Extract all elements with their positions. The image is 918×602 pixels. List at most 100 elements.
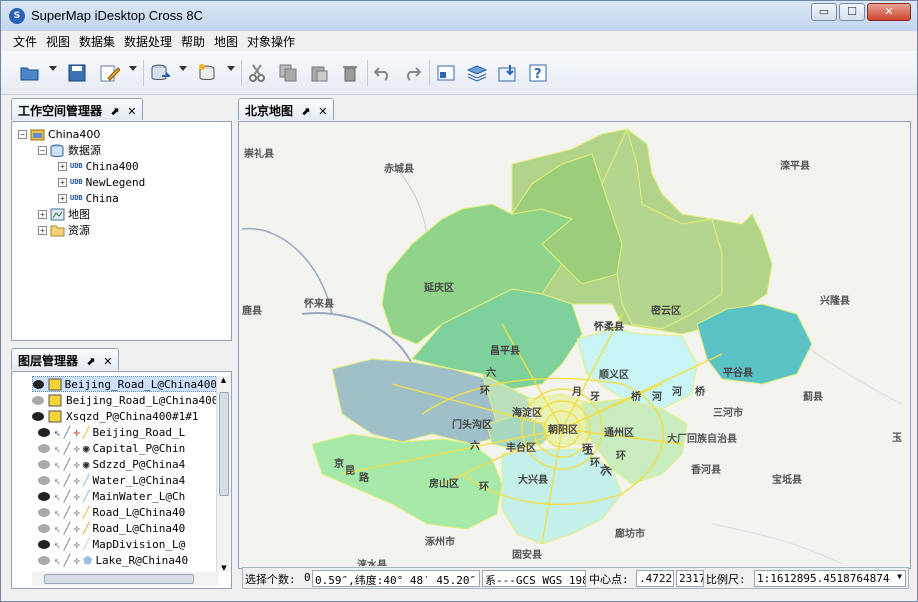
layer-item[interactable]: ↖ ╱ ✛ ╱ Road_L@China40 (38, 520, 185, 536)
visibility-icon[interactable] (38, 475, 50, 485)
new-dataset-icon[interactable] (196, 62, 218, 84)
menu-map[interactable]: 地图 (214, 33, 238, 50)
edit-pen-icon[interactable]: ╱ (64, 522, 71, 535)
snap-icon[interactable]: ✛ (73, 458, 80, 471)
visibility-icon[interactable] (38, 523, 50, 533)
edit-pen-icon[interactable]: ╱ (64, 458, 71, 471)
visibility-icon[interactable] (38, 491, 50, 501)
select-arrow-icon[interactable]: ↖ (54, 506, 61, 519)
layer-item[interactable]: ↖ ╱ ✛ ╱ MapDivision_L@ (38, 536, 185, 552)
layer-item[interactable]: ↖ ╱ ✛ ╱ Beijing_Road_L (38, 424, 185, 440)
new-dataset-dropdown-icon[interactable] (227, 66, 235, 71)
select-arrow-icon[interactable]: ↖ (54, 426, 61, 439)
expand-icon[interactable]: + (38, 225, 47, 235)
tree-node-maps[interactable]: + 地图 (38, 206, 90, 222)
expand-icon[interactable]: + (38, 209, 47, 219)
map-properties-icon[interactable] (435, 62, 457, 84)
tab-beijing-map[interactable]: 北京地图 ⬈ ✕ (238, 98, 335, 120)
delete-icon[interactable] (339, 62, 361, 84)
save-icon[interactable] (66, 62, 88, 84)
edit-pen-icon[interactable]: ╱ (64, 490, 71, 503)
layer-item[interactable]: ↖ ╱ ✛ ◉ Capital_P@Chin (38, 440, 185, 456)
snap-icon[interactable]: ✛ (73, 474, 80, 487)
cut-icon[interactable] (246, 62, 268, 84)
layer-item[interactable]: Beijing_Road_L@China400 (32, 376, 218, 392)
edit-pen-icon[interactable]: ╱ (64, 538, 71, 551)
menu-data-processing[interactable]: 数据处理 (124, 33, 172, 50)
center-y-input[interactable]: 2317 (676, 570, 704, 587)
snap-icon[interactable]: ✛ (73, 426, 80, 439)
map-canvas[interactable]: 崇礼县 赤城县 滦平县 怀来县 兴隆县 鹿县 三河市 蓟县 大厂回族自治县 香河… (242, 124, 909, 566)
expand-icon[interactable]: + (58, 177, 67, 187)
close-icon[interactable]: ✕ (103, 355, 112, 368)
pin-icon[interactable]: ⬈ (301, 105, 310, 118)
tree-node-datasource-china400[interactable]: + UDB China400 (58, 158, 139, 174)
snap-icon[interactable]: ✛ (73, 522, 80, 535)
help-icon[interactable]: ? (527, 62, 549, 84)
edit-icon[interactable] (99, 62, 121, 84)
visibility-icon[interactable] (32, 395, 44, 405)
edit-pen-icon[interactable]: ╱ (64, 442, 71, 455)
select-arrow-icon[interactable]: ↖ (54, 538, 61, 551)
select-arrow-icon[interactable]: ↖ (54, 442, 61, 455)
undo-icon[interactable] (372, 62, 394, 84)
scroll-up-icon[interactable]: ▲ (217, 376, 230, 384)
snap-icon[interactable]: ✛ (73, 538, 80, 551)
visibility-icon[interactable] (38, 443, 50, 453)
visibility-icon[interactable] (33, 379, 44, 389)
datasource-dropdown-icon[interactable] (179, 66, 187, 71)
visibility-icon[interactable] (38, 539, 50, 549)
close-icon[interactable]: ✕ (127, 105, 136, 118)
close-icon[interactable]: ✕ (318, 105, 327, 118)
expand-icon[interactable]: + (58, 193, 67, 203)
open-dropdown-icon[interactable] (49, 66, 57, 71)
menu-view[interactable]: 视图 (46, 33, 70, 50)
layers-icon[interactable] (466, 62, 488, 84)
chevron-down-icon[interactable]: ▼ (897, 572, 902, 581)
horizontal-scrollbar[interactable] (32, 572, 218, 586)
snap-icon[interactable]: ✛ (73, 506, 80, 519)
expand-icon[interactable]: + (58, 161, 67, 171)
edit-dropdown-icon[interactable] (129, 66, 137, 71)
layer-item[interactable]: Xsqzd_P@China400#1#1 (32, 408, 198, 424)
tree-node-datasource-newlegend[interactable]: + UDB NewLegend (58, 174, 145, 190)
collapse-icon[interactable]: − (38, 145, 47, 155)
visibility-icon[interactable] (32, 411, 44, 421)
select-arrow-icon[interactable]: ↖ (54, 490, 61, 503)
menu-help[interactable]: 帮助 (181, 33, 205, 50)
snap-icon[interactable]: ✛ (73, 554, 80, 567)
import-icon[interactable] (497, 62, 519, 84)
tree-node-datasources[interactable]: − 数据源 (38, 142, 101, 158)
tree-node-datasource-china[interactable]: + UDB China (58, 190, 119, 206)
copy-icon[interactable] (277, 62, 299, 84)
tree-node-resources[interactable]: + 资源 (38, 222, 90, 238)
vertical-scrollbar[interactable]: ▲ ▼ (216, 376, 230, 572)
tab-workspace-manager[interactable]: 工作空间管理器 ⬈ ✕ (11, 98, 144, 120)
pin-icon[interactable]: ⬈ (86, 355, 95, 368)
edit-pen-icon[interactable]: ╱ (64, 474, 71, 487)
datasource-icon[interactable] (149, 62, 171, 84)
menu-file[interactable]: 文件 (13, 33, 37, 50)
visibility-icon[interactable] (38, 555, 50, 565)
scale-select[interactable]: 1:1612895.4518764874 ▼ (754, 570, 906, 587)
visibility-icon[interactable] (38, 459, 50, 469)
scroll-down-icon[interactable]: ▼ (217, 564, 231, 572)
open-icon[interactable] (19, 62, 41, 84)
maximize-button[interactable]: ☐ (839, 3, 865, 21)
visibility-icon[interactable] (38, 507, 50, 517)
layer-item[interactable]: Beijing_Road_L@China400 (32, 392, 218, 408)
select-arrow-icon[interactable]: ↖ (54, 474, 61, 487)
tree-node-workspace[interactable]: − China400 (18, 126, 100, 142)
edit-pen-icon[interactable]: ╱ (64, 506, 71, 519)
select-arrow-icon[interactable]: ↖ (54, 458, 61, 471)
tab-layer-manager[interactable]: 图层管理器 ⬈ ✕ (11, 348, 120, 370)
layer-item[interactable]: ↖ ╱ ✛ ⬟ Lake_R@China40 (38, 552, 188, 568)
edit-pen-icon[interactable]: ╱ (64, 426, 71, 439)
edit-pen-icon[interactable]: ╱ (64, 554, 71, 567)
layer-item[interactable]: ↖ ╱ ✛ ╱ Water_L@China4 (38, 472, 185, 488)
minimize-button[interactable]: ▭ (811, 3, 837, 21)
select-arrow-icon[interactable]: ↖ (54, 554, 61, 567)
scroll-thumb[interactable] (219, 392, 229, 496)
visibility-icon[interactable] (38, 427, 50, 437)
snap-icon[interactable]: ✛ (73, 490, 80, 503)
